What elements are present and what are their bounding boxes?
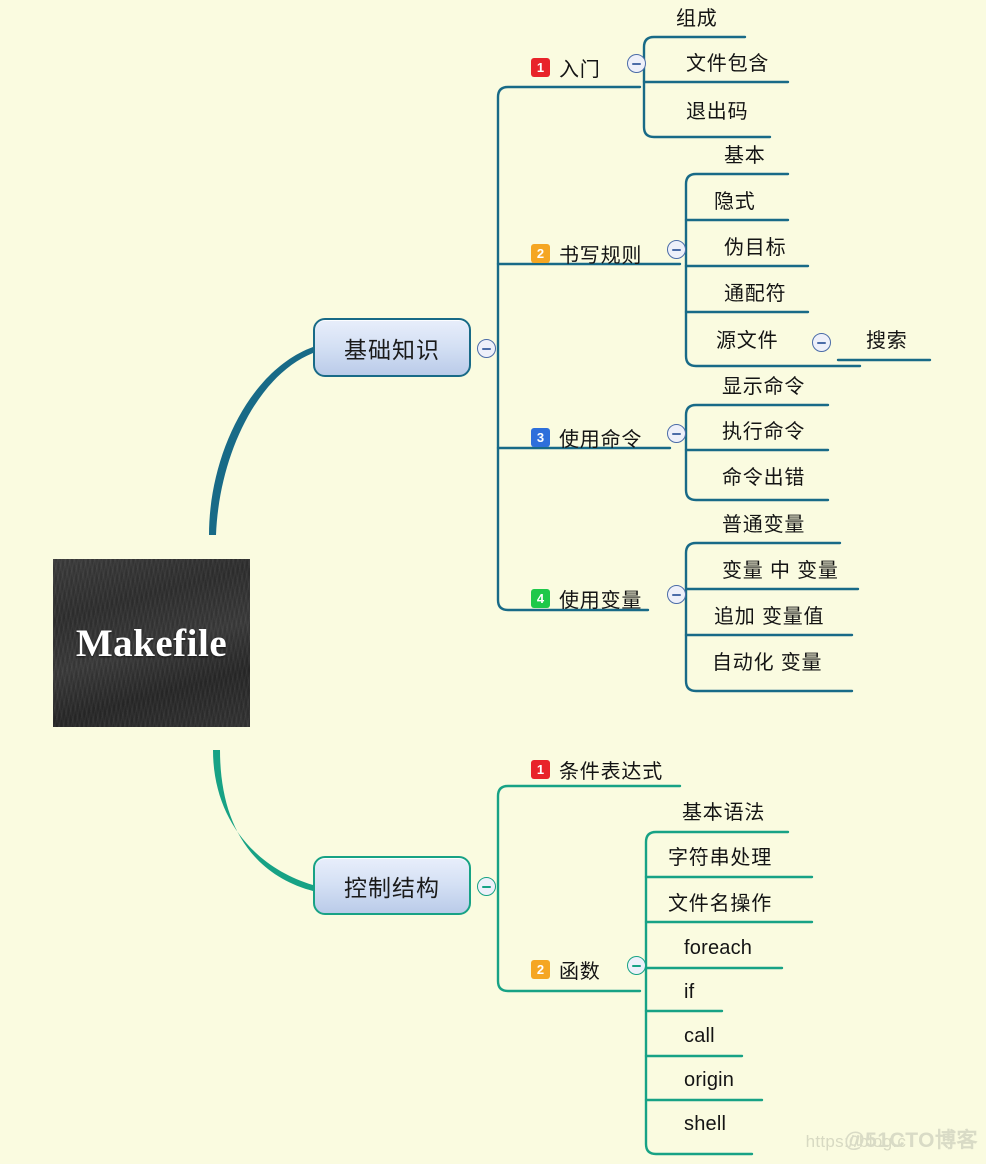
node-rumen[interactable]: 1 入门 xyxy=(531,53,601,82)
edge-root-to-control xyxy=(213,750,313,891)
node-label: 书写规则 xyxy=(559,245,643,267)
edge-basics-spine xyxy=(496,85,650,612)
root-node[interactable]: Makefile xyxy=(53,559,250,727)
watermark: https://blog.c @51CTO博客 xyxy=(806,1124,978,1154)
leaf-zucheng[interactable]: 组成 xyxy=(676,9,718,29)
minus-icon xyxy=(632,964,641,967)
branch-node-control[interactable]: 控制结构 xyxy=(313,856,471,915)
leaf-zifuchuanchuli[interactable]: 字符串处理 xyxy=(668,848,772,868)
collapse-toggle-rumen[interactable] xyxy=(627,54,646,73)
badge-number: 1 xyxy=(531,58,550,77)
node-label: 函数 xyxy=(559,961,601,983)
collapse-toggle-control[interactable] xyxy=(477,877,496,896)
leaf-zidonghuabianliang[interactable]: 自动化 变量 xyxy=(712,653,822,673)
leaf-tongpeifu[interactable]: 通配符 xyxy=(724,284,786,304)
collapse-toggle-hanshu[interactable] xyxy=(627,956,646,975)
branch-node-basics[interactable]: 基础知识 xyxy=(313,318,471,377)
node-label: 入门 xyxy=(559,59,601,81)
minus-icon xyxy=(817,341,826,344)
branch-label-control: 控制结构 xyxy=(344,874,440,901)
node-shiyongmingling[interactable]: 3 使用命令 xyxy=(531,423,642,452)
node-shiyongbianliang[interactable]: 4 使用变量 xyxy=(531,584,642,613)
minus-icon xyxy=(672,432,681,435)
edge-func-spine xyxy=(644,830,790,1156)
leaf-jiben[interactable]: 基本 xyxy=(724,146,766,166)
leaf-minglingchucuo[interactable]: 命令出错 xyxy=(722,468,805,488)
collapse-toggle-yuanwenjian[interactable] xyxy=(812,333,831,352)
leaf-shell[interactable]: shell xyxy=(684,1114,726,1134)
leaf-putongbianliang[interactable]: 普通变量 xyxy=(722,515,805,535)
node-shuxieguize[interactable]: 2 书写规则 xyxy=(531,239,642,268)
leaf-zhuijiabianliangzhi[interactable]: 追加 变量值 xyxy=(714,607,824,627)
collapse-toggle-basics[interactable] xyxy=(477,339,496,358)
badge-number: 1 xyxy=(531,760,550,779)
leaf-yuanwenjian[interactable]: 源文件 xyxy=(716,331,778,351)
minus-icon xyxy=(482,347,491,350)
badge-number: 2 xyxy=(531,960,550,979)
root-label: Makefile xyxy=(75,621,228,665)
leaf-weimubiao[interactable]: 伪目标 xyxy=(724,238,786,258)
watermark-url: https://blog.c xyxy=(805,1132,907,1151)
badge-number: 4 xyxy=(531,589,550,608)
collapse-toggle-shiyongmingling[interactable] xyxy=(667,424,686,443)
badge-number: 2 xyxy=(531,244,550,263)
watermark-brand: @51CTO博客 xyxy=(844,1129,978,1152)
node-label: 使用命令 xyxy=(559,429,643,451)
leaf-zhixingmingling[interactable]: 执行命令 xyxy=(722,422,805,442)
leaf-xianshimingling[interactable]: 显示命令 xyxy=(722,377,805,397)
leaf-foreach[interactable]: foreach xyxy=(684,938,752,958)
node-label: 条件表达式 xyxy=(559,761,663,783)
leaf-bianliangzhongbianliang[interactable]: 变量 中 变量 xyxy=(722,561,839,581)
node-tiaojianbiaodashi[interactable]: 1 条件表达式 xyxy=(531,755,663,784)
minus-icon xyxy=(672,248,681,251)
leaf-wenjianmingcaozuo[interactable]: 文件名操作 xyxy=(668,894,772,914)
collapse-toggle-shiyongbianliang[interactable] xyxy=(667,585,686,604)
leaf-sousuo[interactable]: 搜索 xyxy=(866,331,908,351)
leaf-wenjianbaohan[interactable]: 文件包含 xyxy=(686,54,769,74)
leaf-jibenyufa[interactable]: 基本语法 xyxy=(682,803,765,823)
minus-icon xyxy=(632,62,641,65)
collapse-toggle-shuxieguize[interactable] xyxy=(667,240,686,259)
minus-icon xyxy=(482,885,491,888)
leaf-if[interactable]: if xyxy=(684,982,694,1002)
leaf-tuichuma[interactable]: 退出码 xyxy=(686,102,748,122)
leaf-yinshi[interactable]: 隐式 xyxy=(714,192,756,212)
leaf-origin[interactable]: origin xyxy=(684,1070,734,1090)
branch-label-basics: 基础知识 xyxy=(344,336,440,363)
minus-icon xyxy=(672,593,681,596)
edge-root-to-basics xyxy=(209,347,313,535)
leaf-call[interactable]: call xyxy=(684,1026,715,1046)
mindmap-canvas: Makefile 基础知识 1 入门 组成 文件包含 退出码 2 书写规则 基本… xyxy=(0,0,986,1164)
node-hanshu[interactable]: 2 函数 xyxy=(531,955,601,984)
node-label: 使用变量 xyxy=(559,590,643,612)
badge-number: 3 xyxy=(531,428,550,447)
